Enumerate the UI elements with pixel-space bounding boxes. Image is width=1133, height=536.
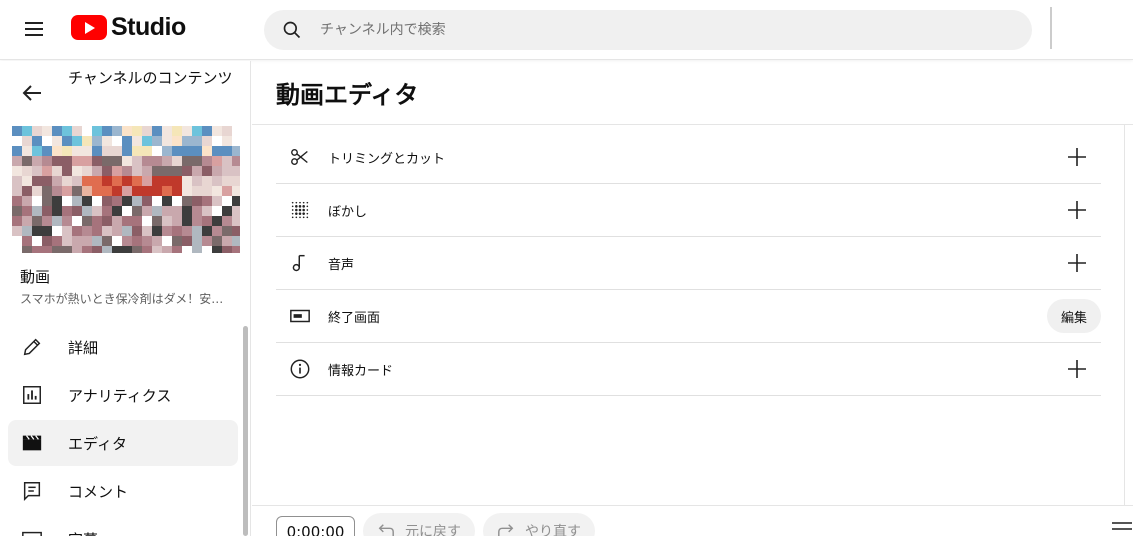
sidebar-item-comments[interactable]: コメント xyxy=(8,468,238,514)
redo-button[interactable]: やり直す xyxy=(483,513,595,536)
list-item-info-cards[interactable]: 情報カード xyxy=(276,343,1101,396)
sidebar-scrollbar[interactable] xyxy=(243,326,248,536)
thumbnail-mosaic xyxy=(12,126,240,253)
timecode-input[interactable]: 0:00:00 xyxy=(276,516,355,536)
search-input[interactable] xyxy=(320,22,970,38)
end-screen-icon xyxy=(288,304,312,328)
redo-label: やり直す xyxy=(525,524,581,536)
row-label: 情報カード xyxy=(328,363,394,379)
analytics-icon xyxy=(20,383,44,407)
add-info-card-plus-icon[interactable] xyxy=(1065,357,1089,381)
page-title: 動画エディタ xyxy=(276,81,419,109)
youtube-play-icon xyxy=(71,14,107,40)
back-arrow-icon[interactable] xyxy=(20,81,44,105)
info-icon xyxy=(288,357,312,381)
sidebar-item-label: エディタ xyxy=(68,434,127,453)
blur-icon xyxy=(288,198,312,222)
row-label: 終了画面 xyxy=(328,310,381,326)
title-divider xyxy=(252,124,1133,125)
hamburger-menu-icon[interactable] xyxy=(22,18,46,42)
sidebar-item-label: コメント xyxy=(68,482,129,501)
sidebar-item-editor[interactable]: エディタ xyxy=(8,420,238,466)
channel-content-link[interactable]: チャンネルのコンテンツ xyxy=(68,67,233,90)
list-item-end-screen[interactable]: 終了画面 編集 xyxy=(276,290,1101,343)
video-thumbnail[interactable] xyxy=(12,126,240,253)
add-audio-plus-icon[interactable] xyxy=(1065,251,1089,275)
music-note-icon xyxy=(288,251,312,275)
add-blur-plus-icon[interactable] xyxy=(1065,198,1089,222)
edit-end-screen-button[interactable]: 編集 xyxy=(1046,299,1101,333)
pencil-icon xyxy=(20,335,44,359)
video-name: スマホが熱いとき保冷剤はダメ！安全に冷やす方法 xyxy=(20,292,230,306)
list-item-audio[interactable]: 音声 xyxy=(276,237,1101,290)
sidebar-item-details[interactable]: 詳細 xyxy=(8,324,238,370)
logo-text: Studio xyxy=(111,12,186,41)
panel-right-edge xyxy=(1124,125,1125,505)
row-label: 音声 xyxy=(328,257,355,273)
sidebar-item-label: アナリティクス xyxy=(68,386,172,405)
clapper-icon xyxy=(20,431,44,455)
row-label: ぼかし xyxy=(328,204,368,220)
list-item-blur[interactable]: ぼかし xyxy=(276,184,1101,237)
main-content: 動画エディタ トリミングとカット ぼかし 音声 終了画面 編集 情報カード xyxy=(252,61,1133,536)
add-trim-plus-icon[interactable] xyxy=(1065,145,1089,169)
top-header: Studio xyxy=(0,0,1133,60)
undo-label: 元に戻す xyxy=(405,524,461,536)
list-item-trim[interactable]: トリミングとカット xyxy=(276,131,1101,184)
video-label: 動画 xyxy=(20,268,51,286)
editor-tools-list: トリミングとカット ぼかし 音声 終了画面 編集 情報カード xyxy=(276,131,1101,396)
sidebar-item-label: 字幕 xyxy=(68,529,98,536)
header-divider xyxy=(1050,7,1052,49)
toolbar-divider xyxy=(252,505,1133,506)
sidebar-item-label: 詳細 xyxy=(68,338,99,357)
scissors-icon xyxy=(288,145,312,169)
comment-icon xyxy=(20,479,44,503)
sidebar-item-subtitles[interactable]: 字幕 xyxy=(8,516,238,536)
undo-icon xyxy=(378,524,394,536)
row-label: トリミングとカット xyxy=(328,151,446,167)
undo-button[interactable]: 元に戻す xyxy=(363,513,475,536)
redo-icon xyxy=(498,524,514,536)
timeline-menu-icon[interactable] xyxy=(1112,522,1132,536)
search-bar[interactable] xyxy=(264,10,1032,50)
sidebar-item-analytics[interactable]: アナリティクス xyxy=(8,372,238,418)
subtitles-icon xyxy=(20,527,44,536)
search-icon[interactable] xyxy=(282,20,302,40)
sidebar: チャンネルのコンテンツ 動画 スマホが熱いとき保冷剤はダメ！安全に冷やす方法 詳… xyxy=(0,61,251,536)
studio-logo[interactable]: Studio xyxy=(71,13,186,41)
